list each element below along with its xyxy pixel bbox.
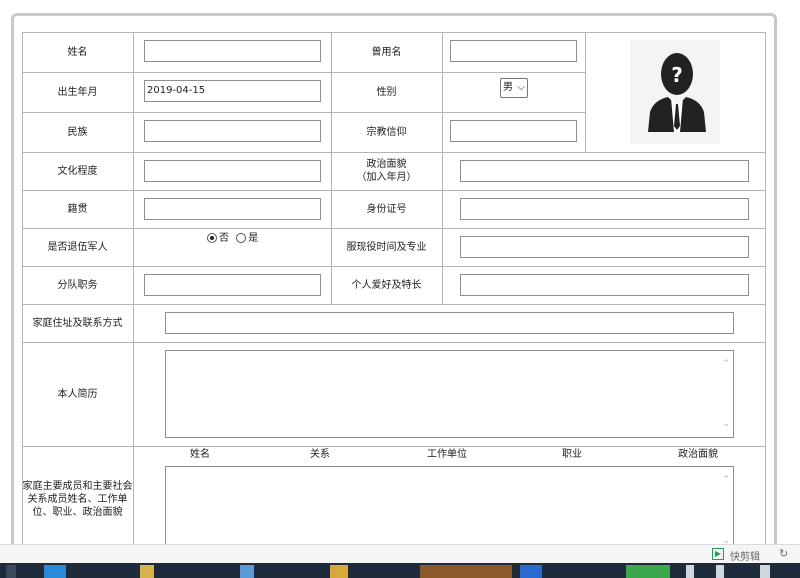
veteran-no-radio[interactable] (207, 233, 217, 243)
network-icon[interactable] (686, 565, 694, 578)
political-label: 政治面貌 （加入年月） (356, 159, 417, 183)
taskbar-app-1-icon[interactable] (44, 565, 66, 578)
political-input[interactable] (460, 160, 749, 182)
person-silhouette-icon: ? (630, 40, 720, 144)
family-col-workplace: 工作单位 (427, 448, 467, 460)
religion-input[interactable] (450, 120, 577, 142)
former-name-input[interactable] (450, 40, 577, 62)
service-label: 服现役时间及专业 (346, 241, 427, 253)
birth-label: 出生年月 (57, 86, 98, 98)
veteran-yes-label: 是 (248, 233, 259, 244)
id-number-input[interactable] (460, 198, 749, 220)
hobby-input[interactable] (460, 274, 749, 296)
family-col-relation: 关系 (310, 448, 330, 460)
address-label: 家庭住址及联系方式 (32, 317, 123, 329)
name-label: 姓名 (67, 46, 88, 58)
native-place-label: 籍贯 (67, 203, 88, 215)
veteran-no-label: 否 (219, 233, 229, 244)
resume-label: 本人简历 (57, 388, 98, 400)
avatar-photo[interactable]: ? (630, 40, 720, 144)
address-input[interactable] (165, 312, 734, 334)
scroll-up-icon[interactable]: ⌃ (722, 475, 730, 485)
squad-duty-label: 分队职务 (57, 279, 98, 291)
taskbar-app-6-icon[interactable] (520, 565, 542, 578)
resume-textarea[interactable]: ⌃ ⌄ (165, 350, 734, 438)
native-place-input[interactable] (144, 198, 321, 220)
status-bar: ▶ 快剪辑 ↻ (0, 544, 800, 564)
tray-icon[interactable] (760, 565, 770, 578)
family-col-name: 姓名 (190, 448, 210, 460)
squad-duty-input[interactable] (144, 274, 321, 296)
taskbar-app-active[interactable] (420, 565, 512, 578)
taskbar (0, 563, 800, 578)
chevron-down-icon: ⌵ (517, 82, 525, 93)
name-input[interactable] (144, 40, 321, 62)
family-label: 家庭主要成员和主要社会 关系成员姓名、工作单 位、职业、政治面貌 (22, 480, 133, 518)
gender-value: 男 (503, 82, 513, 93)
veteran-radio-group: 否 是 (205, 233, 258, 245)
volume-icon[interactable] (716, 565, 724, 578)
religion-label: 宗教信仰 (366, 126, 407, 138)
veteran-yes-radio[interactable] (236, 233, 247, 243)
id-number-label: 身份证号 (366, 203, 407, 215)
scroll-up-icon[interactable]: ⌃ (722, 359, 730, 369)
family-col-occupation: 职业 (562, 448, 582, 460)
taskbar-app-4-icon[interactable] (330, 565, 348, 578)
svg-text:?: ? (671, 63, 683, 87)
education-input[interactable] (144, 160, 321, 182)
taskbar-app-7-icon[interactable] (626, 565, 670, 578)
folder-icon[interactable] (140, 565, 154, 578)
hobby-label: 个人爱好及特长 (351, 279, 422, 291)
former-name-label: 曾用名 (371, 46, 402, 58)
search-icon[interactable] (6, 565, 16, 578)
service-input[interactable] (460, 236, 749, 258)
refresh-icon[interactable]: ↻ (779, 547, 788, 560)
gender-label: 性别 (376, 86, 397, 98)
scroll-down-icon[interactable]: ⌄ (722, 419, 730, 429)
birth-input[interactable]: 2019-04-15 (144, 80, 321, 102)
family-textarea[interactable]: ⌃ ⌄ (165, 466, 734, 552)
app-label[interactable]: 快剪辑 (730, 548, 760, 563)
gender-select[interactable]: 男 ⌵ (500, 78, 528, 98)
education-label: 文化程度 (57, 165, 98, 177)
ethnicity-label: 民族 (67, 126, 88, 138)
family-col-political: 政治面貌 (678, 448, 718, 460)
ethnicity-input[interactable] (144, 120, 321, 142)
video-clip-icon[interactable]: ▶ (712, 548, 724, 560)
play-icon[interactable] (240, 565, 254, 578)
veteran-label: 是否退伍军人 (47, 241, 108, 253)
